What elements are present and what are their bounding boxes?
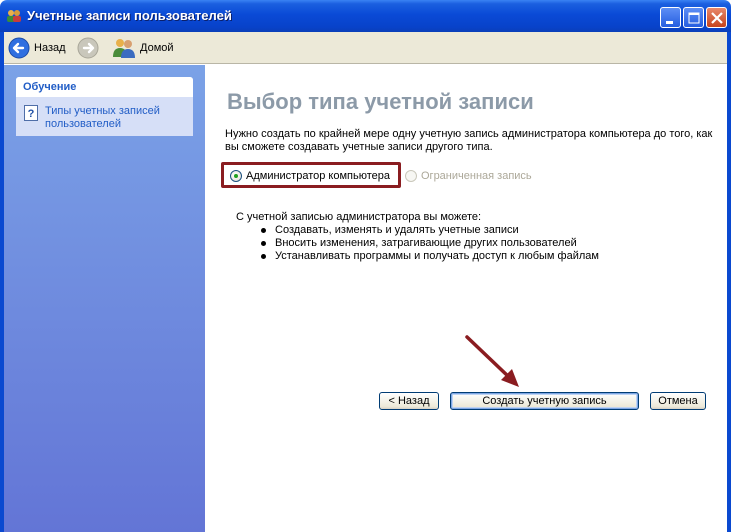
back-nav-label: Назад	[34, 42, 66, 54]
learn-panel: Обучение ? Типы учетных записей пользова…	[16, 77, 193, 136]
list-item: Устанавливать программы и получать досту…	[256, 250, 599, 263]
list-item: Вносить изменения, затрагивающие других …	[256, 237, 599, 250]
learn-panel-header: Обучение	[16, 77, 193, 97]
radio-limited-label: Ограниченная запись	[421, 170, 532, 182]
forward-arrow-icon	[77, 37, 99, 59]
maximize-icon	[688, 12, 700, 24]
sidebar-item-account-types[interactable]: ? Типы учетных записей пользователей	[24, 105, 175, 131]
sidebar: Обучение ? Типы учетных записей пользова…	[4, 65, 205, 532]
minimize-button[interactable]	[660, 7, 681, 28]
back-button[interactable]: < Назад	[379, 392, 439, 410]
back-nav-button[interactable]: Назад	[8, 36, 66, 60]
sidebar-item-label: Типы учетных записей пользователей	[45, 105, 160, 130]
users-app-icon	[7, 10, 21, 22]
close-icon	[711, 12, 723, 24]
radio-admin-label: Администратор компьютера	[246, 170, 390, 182]
back-arrow-icon	[8, 37, 30, 59]
maximize-button[interactable]	[683, 7, 704, 28]
list-item: Создавать, изменять и удалять учетные за…	[256, 224, 599, 237]
window-frame-right	[727, 32, 731, 532]
svg-text:?: ?	[28, 108, 35, 120]
minimize-icon	[666, 21, 673, 24]
radio-admin[interactable]	[230, 170, 242, 182]
page-description: Нужно создать по крайней мере одну учетн…	[225, 128, 713, 153]
radio-admin-option[interactable]: Администратор компьютера	[230, 170, 390, 182]
radio-limited-option: Ограниченная запись	[405, 170, 532, 182]
home-nav-button[interactable]: Домой	[112, 36, 174, 60]
pointer-arrow	[465, 335, 519, 387]
create-account-button[interactable]: Создать учетную запись	[450, 392, 639, 410]
window-title: Учетные записи пользователей	[27, 8, 232, 23]
title-bar[interactable]: Учетные записи пользователей	[0, 0, 731, 32]
forward-nav-button[interactable]	[77, 36, 99, 60]
home-nav-label: Домой	[140, 42, 174, 54]
page-title: Выбор типа учетной записи	[227, 89, 534, 114]
toolbar: Назад Домой	[4, 32, 727, 64]
close-button[interactable]	[706, 7, 727, 28]
users-home-icon	[113, 39, 135, 58]
help-icon: ?	[24, 105, 38, 121]
admin-capabilities-list: Создавать, изменять и удалять учетные за…	[256, 224, 599, 263]
radio-limited	[405, 170, 417, 182]
cancel-button[interactable]: Отмена	[650, 392, 706, 410]
main-content: Выбор типа учетной записи Нужно создать …	[205, 65, 727, 532]
admin-info-title: С учетной записью администратора вы може…	[236, 211, 482, 223]
